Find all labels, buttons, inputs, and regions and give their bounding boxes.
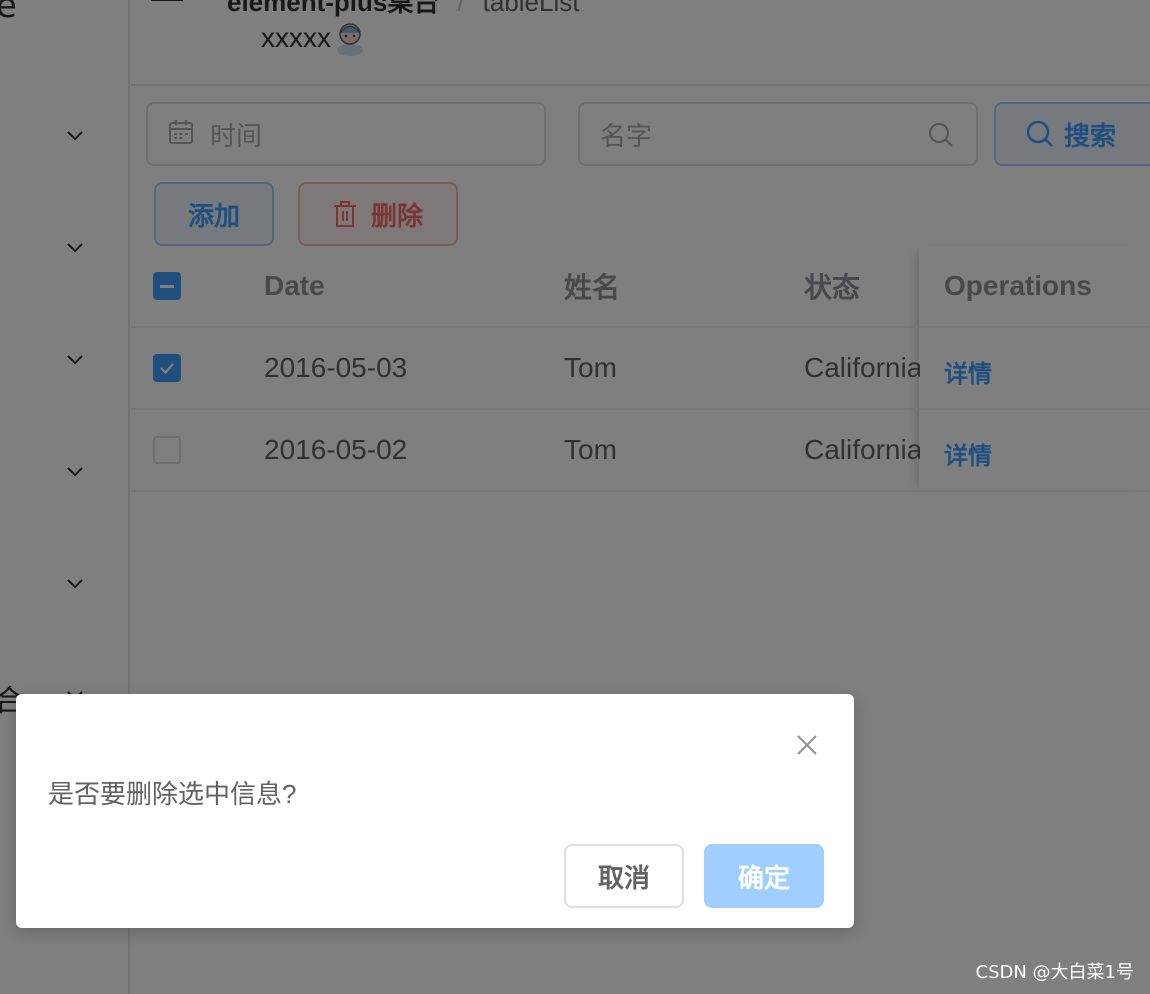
dialog-message: 是否要删除选中信息? xyxy=(48,779,297,809)
watermark: CSDN @大白菜1号 xyxy=(975,962,1135,983)
confirm-button[interactable]: 确定 xyxy=(704,844,824,908)
cancel-button[interactable]: 取消 xyxy=(564,844,684,908)
close-icon[interactable] xyxy=(796,734,818,756)
confirm-dialog: 是否要删除选中信息? 取消 确定 xyxy=(16,694,854,928)
